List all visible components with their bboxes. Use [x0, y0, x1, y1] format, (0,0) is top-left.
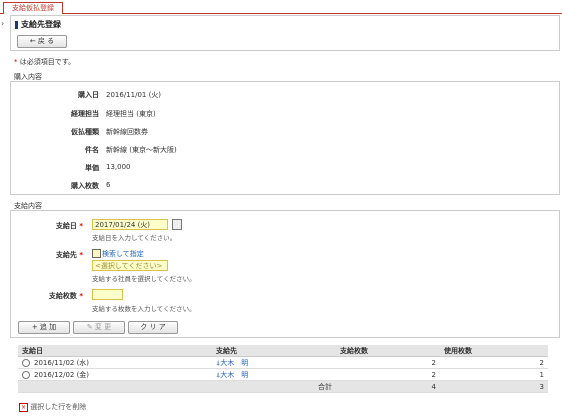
calendar-icon[interactable] [172, 219, 182, 230]
recipient-select[interactable]: <選択してください> [92, 260, 168, 271]
column-header-date: 支給日 [18, 345, 212, 357]
required-star: * [14, 58, 18, 66]
used-cell: 1 [440, 368, 548, 381]
table-header-row: 支給日 支給先 支給枚数 使用枚数 [18, 345, 548, 357]
tab-bar: 支給仮払登録 [0, 0, 562, 14]
total-row: 合計 4 3 [18, 380, 548, 393]
row-radio[interactable] [22, 370, 30, 379]
payment-table: 支給日 支給先 支給枚数 使用枚数 2016/11/02 (水) ⍋大木 明 2… [18, 345, 548, 393]
payment-date-required: * [79, 222, 83, 230]
clear-button[interactable]: ク リ ア [128, 321, 178, 334]
subject-value: 新幹線 (東京～新大阪) [106, 146, 177, 154]
date-cell: 2016/11/02 (水) [18, 356, 212, 369]
payment-count-hint: 支給する枚数を入力してください。 [92, 305, 196, 313]
total-used: 3 [440, 380, 548, 393]
unit-price-label: 単価 [85, 164, 99, 172]
purchase-panel: 購入日 2016/11/01 (火) 経理担当 経理担当 (東京) 仮払種類 新… [10, 81, 560, 195]
advance-type-label: 仮払種類 [71, 128, 99, 136]
column-header-recipient: 支給先 [212, 345, 336, 357]
person-link[interactable]: 大木 明 [220, 371, 248, 379]
person-search-icon[interactable] [92, 249, 101, 258]
payment-count-required: * [79, 292, 83, 300]
column-header-used: 使用枚数 [440, 345, 548, 357]
back-button[interactable]: ← 戻 る [17, 35, 67, 48]
accounting-value: 経理担当 (東京) [106, 110, 156, 118]
change-button[interactable]: ✎ 変 更 [73, 321, 125, 334]
person-link[interactable]: 大木 明 [220, 359, 248, 367]
total-count: 4 [336, 380, 440, 393]
payment-date-label: 支給日 * [5, 221, 83, 231]
delete-selected-link[interactable]: × 選択した行を削除 [19, 402, 86, 412]
page-title-text: 支給先登録 [21, 20, 61, 29]
purchase-date-value: 2016/11/01 (火) [106, 91, 162, 99]
table-row[interactable]: 2016/11/02 (水) ⍋大木 明 2 2 [18, 356, 548, 369]
page-header: 支給先登録 ← 戻 る [10, 15, 560, 51]
row-radio[interactable] [22, 358, 30, 367]
total-label: 合計 [212, 380, 336, 393]
add-button[interactable]: + 追 加 [18, 321, 70, 334]
used-cell: 2 [440, 356, 548, 369]
recipient-hint: 支給する社員を選択してください。 [92, 275, 196, 283]
required-note: * は必須項目です。 [14, 57, 75, 67]
date-text: 2016/11/02 (水) [34, 358, 90, 367]
recipient-search-link[interactable]: 検索して指定 [102, 249, 144, 259]
delete-icon: × [19, 402, 28, 412]
page-title: 支給先登録 [15, 19, 61, 30]
table-row[interactable]: 2016/12/02 (金) ⍋大木 明 2 1 [18, 368, 548, 381]
sidebar-toggle-icon[interactable]: › [1, 19, 4, 28]
count-cell: 2 [336, 356, 440, 369]
payment-count-label: 支給枚数 * [5, 291, 83, 301]
count-cell: 2 [336, 368, 440, 381]
payment-panel: 支給日 * 2017/01/24 (火) 支給日を入力してください。 支給先 *… [10, 210, 560, 338]
recipient-cell: ⍋大木 明 [212, 368, 336, 381]
subject-label: 件名 [85, 146, 99, 154]
date-cell: 2016/12/02 (金) [18, 368, 212, 381]
tab-payment-registration[interactable]: 支給仮払登録 [3, 2, 63, 14]
payment-count-input[interactable] [92, 289, 123, 300]
payment-count-label-text: 支給枚数 [48, 292, 77, 300]
column-header-count: 支給枚数 [336, 345, 440, 357]
purchase-count-value: 6 [106, 181, 111, 189]
purchase-date-label: 購入日 [78, 91, 99, 99]
recipient-label-text: 支給先 [55, 251, 77, 259]
payment-date-label-text: 支給日 [55, 222, 77, 230]
advance-type-value: 新幹線回数券 [106, 128, 148, 136]
unit-price-value: 13,000 [106, 163, 131, 171]
accounting-label: 経理担当 [71, 110, 99, 118]
recipient-cell: ⍋大木 明 [212, 356, 336, 369]
title-marker-icon [15, 20, 18, 29]
date-text: 2016/12/02 (金) [34, 370, 90, 379]
recipient-required: * [79, 251, 83, 259]
required-note-text: は必須項目です。 [19, 58, 76, 66]
purchase-count-label: 購入枚数 [71, 182, 99, 190]
payment-date-input[interactable]: 2017/01/24 (火) [92, 219, 168, 230]
payment-date-hint: 支給日を入力してください。 [92, 234, 177, 242]
total-empty-cell [18, 380, 212, 393]
recipient-label: 支給先 * [5, 250, 83, 260]
delete-label: 選択した行を削除 [30, 403, 87, 411]
